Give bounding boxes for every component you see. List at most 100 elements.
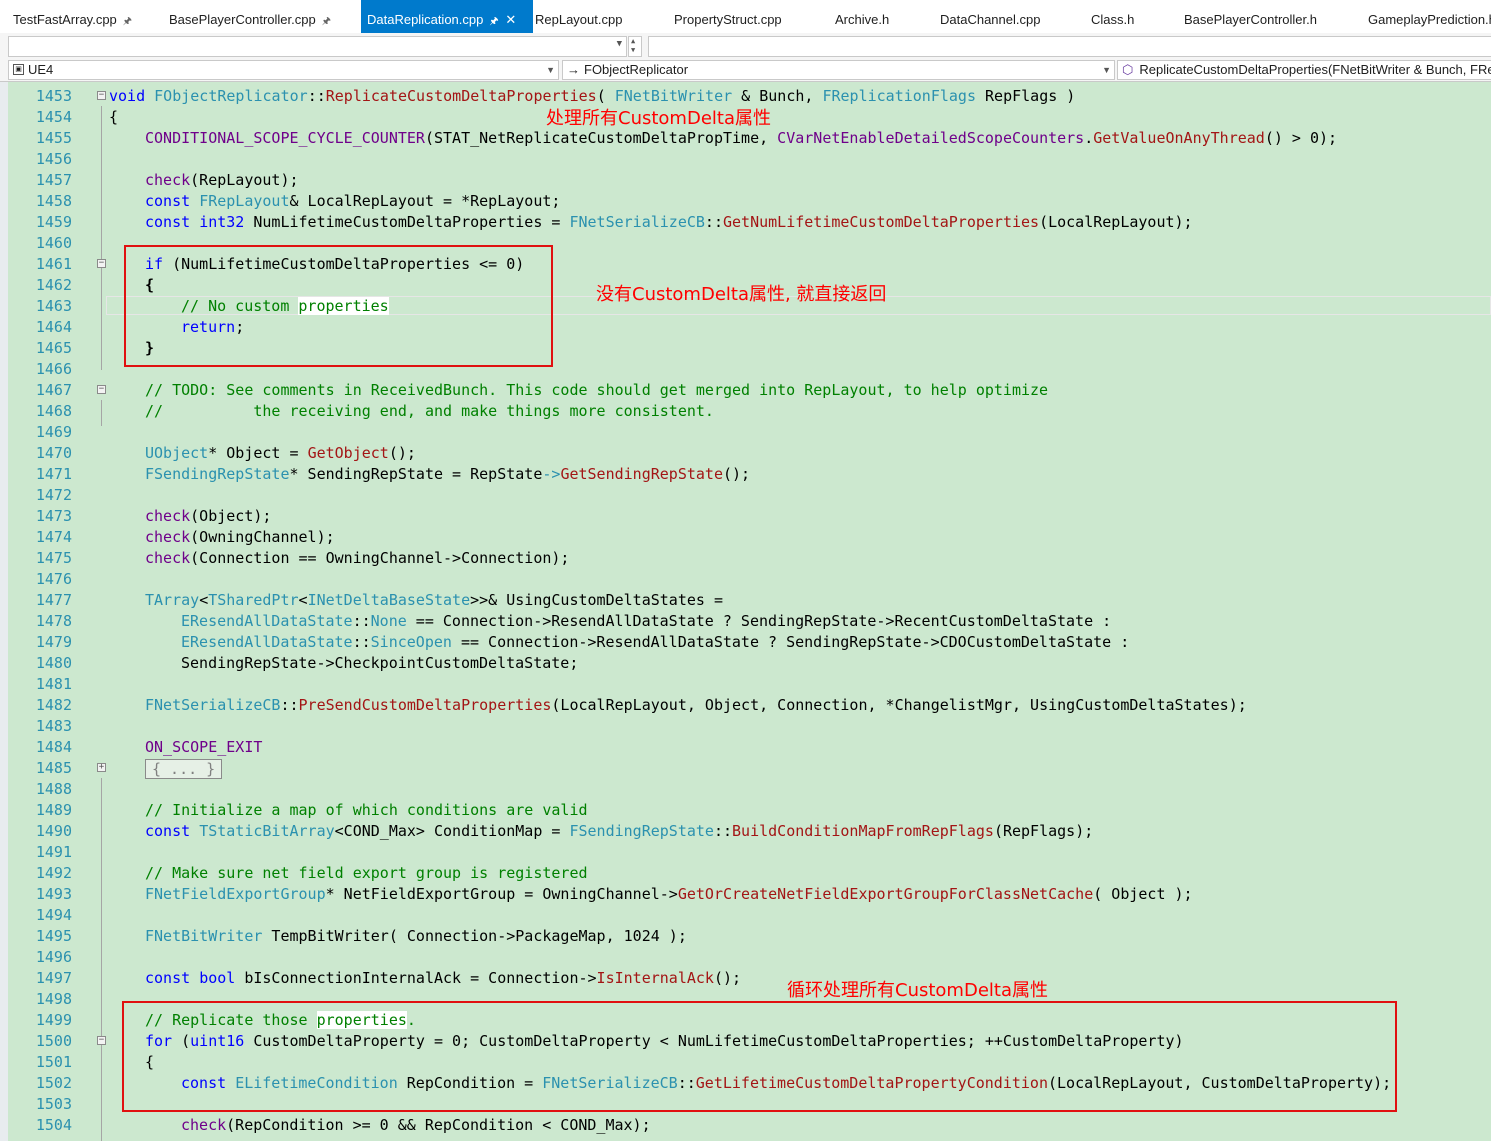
line-number: 1496 xyxy=(35,948,72,966)
line-number: 1480 xyxy=(35,654,72,672)
tab-archive[interactable]: Archive.h xyxy=(835,0,889,33)
editor-tab-strip: TestFastArray.cpp 🖈 BasePlayerController.… xyxy=(0,0,1491,34)
line-number: 1488 xyxy=(35,780,72,798)
scope-name: FObjectReplicator xyxy=(584,62,689,77)
line-number: 1474 xyxy=(35,528,72,546)
line-number: 1501 xyxy=(35,1053,72,1071)
code-line: 1472 xyxy=(0,485,1491,506)
code-line: 1458 const FRepLayout& LocalRepLayout = … xyxy=(0,191,1491,212)
replace-field[interactable] xyxy=(648,36,1491,57)
find-combobox[interactable]: ▼ xyxy=(8,36,627,57)
project-dropdown[interactable]: ▣ UE4 ▼ xyxy=(8,60,559,80)
code-line: 1480 SendingRepState->CheckpointCustomDe… xyxy=(0,653,1491,674)
scope-dropdown[interactable]: → FObjectReplicator ▼ xyxy=(562,60,1115,80)
code-text: FNetFieldExportGroup* NetFieldExportGrou… xyxy=(145,885,1193,903)
code-line: 1493 FNetFieldExportGroup* NetFieldExpor… xyxy=(0,884,1491,905)
tab-datachannel[interactable]: DataChannel.cpp xyxy=(940,0,1040,33)
code-text: EResendAllDataState::None == Connection-… xyxy=(181,612,1112,630)
code-text: ON_SCOPE_EXIT xyxy=(145,738,263,756)
code-text: EResendAllDataState::SinceOpen == Connec… xyxy=(181,633,1130,651)
chevron-down-icon[interactable]: ▼ xyxy=(617,39,622,49)
chevron-down-icon[interactable]: ▼ xyxy=(1102,61,1111,79)
line-number: 1503 xyxy=(35,1095,72,1113)
line-number: 1482 xyxy=(35,696,72,714)
line-number: 1498 xyxy=(35,990,72,1008)
code-line: 1497 const bool bIsConnectionInternalAck… xyxy=(0,968,1491,989)
tab-gameplayprediction[interactable]: GameplayPrediction.h xyxy=(1368,0,1491,33)
line-number: 1499 xyxy=(35,1011,72,1029)
line-number: 1489 xyxy=(35,801,72,819)
code-text: const bool bIsConnectionInternalAck = Co… xyxy=(145,969,742,987)
code-line: 1475 check(Connection == OwningChannel->… xyxy=(0,548,1491,569)
collapsed-region[interactable]: { ... } xyxy=(145,759,223,779)
line-number: 1502 xyxy=(35,1074,72,1092)
code-line: 1482 FNetSerializeCB::PreSendCustomDelta… xyxy=(0,695,1491,716)
tab-propertystruct[interactable]: PropertyStruct.cpp xyxy=(674,0,782,33)
code-line: 1492 // Make sure net field export group… xyxy=(0,863,1491,884)
code-line: 1468 // the receiving end, and make thin… xyxy=(0,401,1491,422)
code-text: SendingRepState->CheckpointCustomDeltaSt… xyxy=(181,654,579,672)
line-number: 1475 xyxy=(35,549,72,567)
line-number: 1471 xyxy=(35,465,72,483)
collapse-icon[interactable]: − xyxy=(97,385,106,394)
line-number: 1484 xyxy=(35,738,72,756)
tab-testfastarray[interactable]: TestFastArray.cpp 🖈 xyxy=(13,0,133,33)
code-text: check(RepLayout); xyxy=(145,171,299,189)
code-line: 1474 check(OwningChannel); xyxy=(0,527,1491,548)
line-number: 1490 xyxy=(35,822,72,840)
expand-icon[interactable]: + xyxy=(97,763,106,772)
tab-label: PropertyStruct.cpp xyxy=(674,12,782,27)
code-line: 1467 − // TODO: See comments in Received… xyxy=(0,380,1491,401)
tab-label: TestFastArray.cpp xyxy=(13,12,117,27)
method-icon: ⬡ xyxy=(1122,62,1134,77)
line-number: 1469 xyxy=(35,423,72,441)
code-text: // Make sure net field export group is r… xyxy=(145,864,588,882)
code-text: UObject* Object = GetObject(); xyxy=(145,444,416,462)
code-line: 1484 ON_SCOPE_EXIT xyxy=(0,737,1491,758)
member-name: ReplicateCustomDeltaProperties(FNetBitWr… xyxy=(1139,62,1491,77)
member-dropdown[interactable]: ⬡ ReplicateCustomDeltaProperties(FNetBitW… xyxy=(1117,60,1491,80)
code-line: 1457 check(RepLayout); xyxy=(0,170,1491,191)
tab-baseplayercontroller-cpp[interactable]: BasePlayerController.cpp 🖈 xyxy=(169,0,332,33)
tab-datareplication[interactable]: DataReplication.cpp 🖈 ✕ xyxy=(361,0,533,33)
code-line: 1489 // Initialize a map of which condit… xyxy=(0,800,1491,821)
code-text: TArray<TSharedPtr<INetDeltaBaseState>>& … xyxy=(145,591,723,609)
code-editor[interactable]: 1453 − void FObjectReplicator::Replicate… xyxy=(0,82,1491,1141)
line-number: 1463 xyxy=(35,297,72,315)
navigation-bar: ▣ UE4 ▼ → FObjectReplicator ▼ ⬡ ReplicateCu… xyxy=(0,59,1491,82)
collapse-icon[interactable]: − xyxy=(97,259,106,268)
code-line: 1495 FNetBitWriter TempBitWriter( Connec… xyxy=(0,926,1491,947)
line-number: 1462 xyxy=(35,276,72,294)
annotation-text: 处理所有CustomDelta属性 xyxy=(546,108,771,129)
find-toolbar: ▼ ▲ ▼ xyxy=(0,33,1491,59)
code-line: 1459 const int32 NumLifetimeCustomDeltaP… xyxy=(0,212,1491,233)
tab-label: RepLayout.cpp xyxy=(535,12,623,27)
chevron-up-icon[interactable]: ▲ xyxy=(631,37,635,45)
chevron-down-icon[interactable]: ▼ xyxy=(546,61,555,79)
tab-label: GameplayPrediction.h xyxy=(1368,12,1491,27)
line-number: 1454 xyxy=(35,108,72,126)
tab-class-h[interactable]: Class.h xyxy=(1091,0,1134,33)
annotation-text: 没有CustomDelta属性, 就直接返回 xyxy=(596,284,887,305)
code-line: 1481 xyxy=(0,674,1491,695)
line-number: 1467 xyxy=(35,381,72,399)
line-number: 1500 xyxy=(35,1032,72,1050)
line-number: 1458 xyxy=(35,192,72,210)
code-line: 1479 EResendAllDataState::SinceOpen == C… xyxy=(0,632,1491,653)
code-line: 1478 EResendAllDataState::None == Connec… xyxy=(0,611,1491,632)
tab-replayout[interactable]: RepLayout.cpp xyxy=(535,0,622,33)
tab-baseplayercontroller-h[interactable]: BasePlayerController.h xyxy=(1184,0,1317,33)
scroll-spinner[interactable]: ▲ ▼ xyxy=(628,36,642,57)
code-text: // Initialize a map of which conditions … xyxy=(145,801,588,819)
line-number: 1472 xyxy=(35,486,72,504)
code-text: const FRepLayout& LocalRepLayout = *RepL… xyxy=(145,192,561,210)
collapse-icon[interactable]: − xyxy=(97,91,106,100)
code-text: FNetBitWriter TempBitWriter( Connection-… xyxy=(145,927,687,945)
code-text: { xyxy=(109,108,119,126)
chevron-down-icon[interactable]: ▼ xyxy=(631,46,635,54)
code-line: 1455 CONDITIONAL_SCOPE_CYCLE_COUNTER(STA… xyxy=(0,128,1491,149)
code-line: 1477 TArray<TSharedPtr<INetDeltaBaseStat… xyxy=(0,590,1491,611)
line-number: 1476 xyxy=(35,570,72,588)
collapse-icon[interactable]: − xyxy=(97,1036,106,1045)
code-text: // TODO: See comments in ReceivedBunch. … xyxy=(145,381,1049,399)
